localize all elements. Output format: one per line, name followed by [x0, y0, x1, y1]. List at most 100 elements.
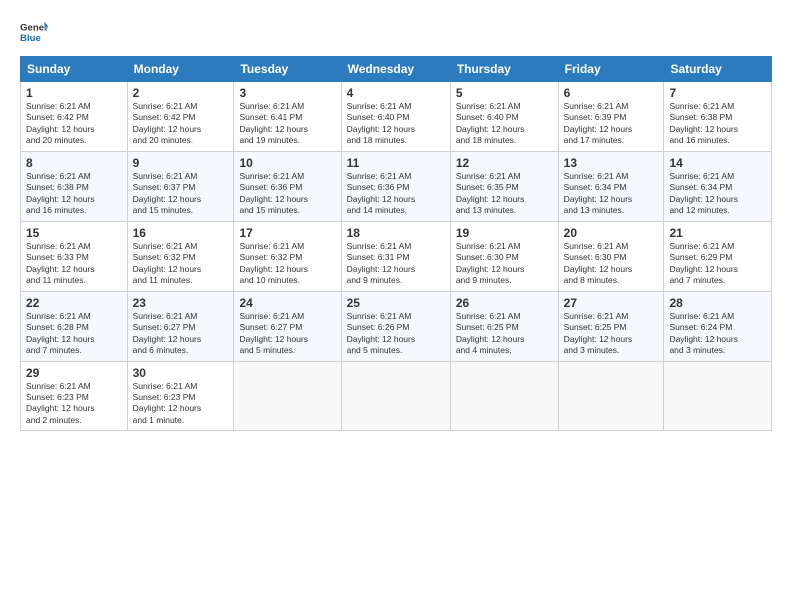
calendar-cell: 24Sunrise: 6:21 AM Sunset: 6:27 PM Dayli… — [234, 291, 341, 361]
day-number: 6 — [564, 86, 659, 100]
day-number: 29 — [26, 366, 122, 380]
day-info: Sunrise: 6:21 AM Sunset: 6:42 PM Dayligh… — [133, 101, 229, 147]
calendar-week-row: 22Sunrise: 6:21 AM Sunset: 6:28 PM Dayli… — [21, 291, 772, 361]
col-header-tuesday: Tuesday — [234, 57, 341, 82]
day-info: Sunrise: 6:21 AM Sunset: 6:25 PM Dayligh… — [456, 311, 553, 357]
page: General Blue SundayMondayTuesdayWednesda… — [0, 0, 792, 612]
day-info: Sunrise: 6:21 AM Sunset: 6:35 PM Dayligh… — [456, 171, 553, 217]
calendar-cell: 4Sunrise: 6:21 AM Sunset: 6:40 PM Daylig… — [341, 82, 450, 152]
day-info: Sunrise: 6:21 AM Sunset: 6:23 PM Dayligh… — [133, 381, 229, 427]
day-info: Sunrise: 6:21 AM Sunset: 6:42 PM Dayligh… — [26, 101, 122, 147]
day-number: 30 — [133, 366, 229, 380]
calendar-cell: 21Sunrise: 6:21 AM Sunset: 6:29 PM Dayli… — [664, 221, 772, 291]
calendar-cell: 19Sunrise: 6:21 AM Sunset: 6:30 PM Dayli… — [450, 221, 558, 291]
calendar-cell: 29Sunrise: 6:21 AM Sunset: 6:23 PM Dayli… — [21, 361, 128, 431]
calendar-cell: 18Sunrise: 6:21 AM Sunset: 6:31 PM Dayli… — [341, 221, 450, 291]
day-info: Sunrise: 6:21 AM Sunset: 6:39 PM Dayligh… — [564, 101, 659, 147]
day-info: Sunrise: 6:21 AM Sunset: 6:32 PM Dayligh… — [133, 241, 229, 287]
calendar-cell: 26Sunrise: 6:21 AM Sunset: 6:25 PM Dayli… — [450, 291, 558, 361]
col-header-saturday: Saturday — [664, 57, 772, 82]
day-number: 16 — [133, 226, 229, 240]
day-number: 12 — [456, 156, 553, 170]
day-info: Sunrise: 6:21 AM Sunset: 6:23 PM Dayligh… — [26, 381, 122, 427]
day-info: Sunrise: 6:21 AM Sunset: 6:38 PM Dayligh… — [26, 171, 122, 217]
calendar-cell: 14Sunrise: 6:21 AM Sunset: 6:34 PM Dayli… — [664, 151, 772, 221]
calendar-cell: 20Sunrise: 6:21 AM Sunset: 6:30 PM Dayli… — [558, 221, 664, 291]
day-info: Sunrise: 6:21 AM Sunset: 6:30 PM Dayligh… — [456, 241, 553, 287]
logo-icon: General Blue — [20, 18, 48, 46]
calendar-week-row: 29Sunrise: 6:21 AM Sunset: 6:23 PM Dayli… — [21, 361, 772, 431]
day-number: 23 — [133, 296, 229, 310]
calendar-cell: 22Sunrise: 6:21 AM Sunset: 6:28 PM Dayli… — [21, 291, 128, 361]
calendar-cell: 25Sunrise: 6:21 AM Sunset: 6:26 PM Dayli… — [341, 291, 450, 361]
col-header-monday: Monday — [127, 57, 234, 82]
day-number: 1 — [26, 86, 122, 100]
calendar-cell: 15Sunrise: 6:21 AM Sunset: 6:33 PM Dayli… — [21, 221, 128, 291]
calendar-cell: 12Sunrise: 6:21 AM Sunset: 6:35 PM Dayli… — [450, 151, 558, 221]
col-header-thursday: Thursday — [450, 57, 558, 82]
calendar-cell: 17Sunrise: 6:21 AM Sunset: 6:32 PM Dayli… — [234, 221, 341, 291]
day-number: 5 — [456, 86, 553, 100]
day-info: Sunrise: 6:21 AM Sunset: 6:31 PM Dayligh… — [347, 241, 445, 287]
day-info: Sunrise: 6:21 AM Sunset: 6:34 PM Dayligh… — [564, 171, 659, 217]
day-number: 3 — [239, 86, 335, 100]
col-header-wednesday: Wednesday — [341, 57, 450, 82]
svg-text:General: General — [20, 22, 48, 33]
calendar-cell — [450, 361, 558, 431]
day-number: 26 — [456, 296, 553, 310]
day-number: 27 — [564, 296, 659, 310]
day-number: 18 — [347, 226, 445, 240]
day-info: Sunrise: 6:21 AM Sunset: 6:34 PM Dayligh… — [669, 171, 766, 217]
day-number: 10 — [239, 156, 335, 170]
day-info: Sunrise: 6:21 AM Sunset: 6:36 PM Dayligh… — [239, 171, 335, 217]
calendar-table: SundayMondayTuesdayWednesdayThursdayFrid… — [20, 56, 772, 431]
day-number: 13 — [564, 156, 659, 170]
day-number: 24 — [239, 296, 335, 310]
calendar-header-row: SundayMondayTuesdayWednesdayThursdayFrid… — [21, 57, 772, 82]
day-number: 17 — [239, 226, 335, 240]
day-number: 21 — [669, 226, 766, 240]
calendar-cell: 9Sunrise: 6:21 AM Sunset: 6:37 PM Daylig… — [127, 151, 234, 221]
calendar-week-row: 8Sunrise: 6:21 AM Sunset: 6:38 PM Daylig… — [21, 151, 772, 221]
day-info: Sunrise: 6:21 AM Sunset: 6:41 PM Dayligh… — [239, 101, 335, 147]
calendar-cell: 23Sunrise: 6:21 AM Sunset: 6:27 PM Dayli… — [127, 291, 234, 361]
calendar-cell: 3Sunrise: 6:21 AM Sunset: 6:41 PM Daylig… — [234, 82, 341, 152]
calendar-cell: 16Sunrise: 6:21 AM Sunset: 6:32 PM Dayli… — [127, 221, 234, 291]
calendar-cell: 30Sunrise: 6:21 AM Sunset: 6:23 PM Dayli… — [127, 361, 234, 431]
day-info: Sunrise: 6:21 AM Sunset: 6:30 PM Dayligh… — [564, 241, 659, 287]
day-number: 25 — [347, 296, 445, 310]
calendar-cell: 2Sunrise: 6:21 AM Sunset: 6:42 PM Daylig… — [127, 82, 234, 152]
calendar-cell — [341, 361, 450, 431]
day-info: Sunrise: 6:21 AM Sunset: 6:38 PM Dayligh… — [669, 101, 766, 147]
calendar-body: 1Sunrise: 6:21 AM Sunset: 6:42 PM Daylig… — [21, 82, 772, 431]
day-info: Sunrise: 6:21 AM Sunset: 6:40 PM Dayligh… — [456, 101, 553, 147]
calendar-week-row: 1Sunrise: 6:21 AM Sunset: 6:42 PM Daylig… — [21, 82, 772, 152]
calendar-cell — [558, 361, 664, 431]
day-number: 4 — [347, 86, 445, 100]
day-info: Sunrise: 6:21 AM Sunset: 6:29 PM Dayligh… — [669, 241, 766, 287]
day-number: 9 — [133, 156, 229, 170]
logo: General Blue — [20, 18, 48, 46]
calendar-cell: 5Sunrise: 6:21 AM Sunset: 6:40 PM Daylig… — [450, 82, 558, 152]
day-info: Sunrise: 6:21 AM Sunset: 6:33 PM Dayligh… — [26, 241, 122, 287]
day-info: Sunrise: 6:21 AM Sunset: 6:36 PM Dayligh… — [347, 171, 445, 217]
calendar-cell: 10Sunrise: 6:21 AM Sunset: 6:36 PM Dayli… — [234, 151, 341, 221]
day-info: Sunrise: 6:21 AM Sunset: 6:27 PM Dayligh… — [239, 311, 335, 357]
day-number: 7 — [669, 86, 766, 100]
day-number: 14 — [669, 156, 766, 170]
day-info: Sunrise: 6:21 AM Sunset: 6:27 PM Dayligh… — [133, 311, 229, 357]
svg-text:Blue: Blue — [20, 33, 41, 44]
calendar-cell: 11Sunrise: 6:21 AM Sunset: 6:36 PM Dayli… — [341, 151, 450, 221]
calendar-week-row: 15Sunrise: 6:21 AM Sunset: 6:33 PM Dayli… — [21, 221, 772, 291]
calendar-cell — [234, 361, 341, 431]
day-number: 22 — [26, 296, 122, 310]
day-info: Sunrise: 6:21 AM Sunset: 6:26 PM Dayligh… — [347, 311, 445, 357]
day-number: 20 — [564, 226, 659, 240]
header: General Blue — [20, 18, 772, 46]
calendar-cell — [664, 361, 772, 431]
day-number: 2 — [133, 86, 229, 100]
day-info: Sunrise: 6:21 AM Sunset: 6:40 PM Dayligh… — [347, 101, 445, 147]
col-header-friday: Friday — [558, 57, 664, 82]
calendar-cell: 6Sunrise: 6:21 AM Sunset: 6:39 PM Daylig… — [558, 82, 664, 152]
col-header-sunday: Sunday — [21, 57, 128, 82]
